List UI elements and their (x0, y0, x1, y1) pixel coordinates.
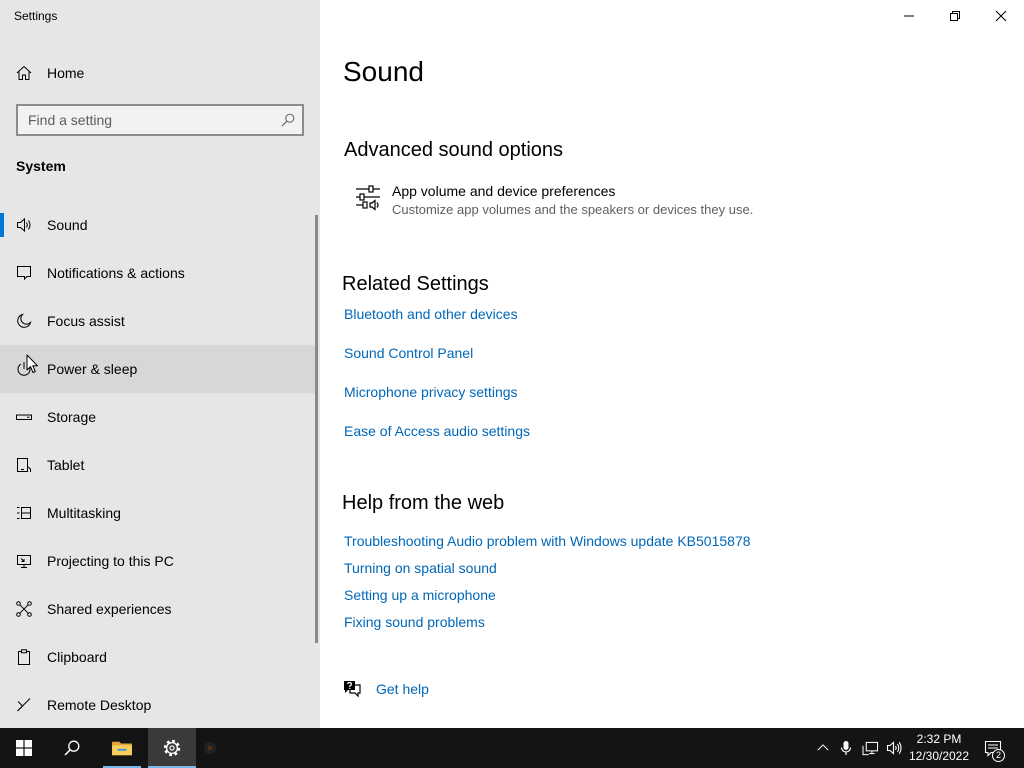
speaker-icon (16, 217, 32, 233)
help-link[interactable]: Fixing sound problems (344, 613, 485, 631)
sidebar-item-shared-experiences[interactable]: Shared experiences (0, 585, 316, 633)
clock-time: 2:32 PM (916, 732, 962, 746)
sliders-icon (355, 184, 381, 212)
taskbar-clock[interactable]: 2:32 PM 12/30/2022 (906, 728, 972, 768)
taskbar: 2:32 PM 12/30/2022 2 (0, 728, 1024, 768)
sidebar-item-tablet[interactable]: Tablet (0, 441, 316, 489)
sidebar-item-label: Remote Desktop (47, 697, 152, 713)
file-explorer-icon (111, 739, 133, 757)
close-icon (995, 10, 1007, 22)
sidebar-item-label: Storage (47, 409, 97, 425)
sidebar-item-clipboard[interactable]: Clipboard (0, 633, 316, 681)
sidebar-item-label: Multitasking (47, 505, 121, 521)
main-content: Sound Advanced sound options App volume … (320, 0, 1024, 728)
network-icon (861, 741, 879, 756)
search-box (16, 104, 304, 136)
multitasking-icon (16, 505, 32, 521)
bluetooth-devices-link[interactable]: Bluetooth and other devices (344, 305, 518, 323)
media-app-icon (203, 741, 217, 755)
get-help-link[interactable]: Get help (343, 680, 453, 698)
help-link[interactable]: Turning on spatial sound (344, 559, 497, 577)
sidebar-item-label: Shared experiences (47, 601, 172, 617)
chevron-up-icon (816, 741, 830, 755)
tablet-icon (16, 457, 32, 473)
restore-button[interactable] (932, 0, 978, 32)
sidebar-item-home[interactable]: Home (0, 49, 316, 97)
sidebar-item-label: Power & sleep (47, 361, 138, 377)
taskbar-media-app[interactable] (186, 728, 234, 768)
search-input[interactable] (18, 106, 268, 134)
windows-logo-icon (16, 740, 32, 756)
help-link[interactable]: Setting up a microphone (344, 586, 496, 604)
volume-tray-button[interactable] (882, 728, 906, 768)
sidebar-scrollbar[interactable] (315, 215, 318, 643)
sidebar-item-label: Home (47, 65, 85, 81)
app-volume-description: Customize app volumes and the speakers o… (392, 202, 754, 217)
power-icon (16, 361, 32, 377)
shared-experiences-icon (16, 601, 32, 617)
sidebar-item-label: Clipboard (47, 649, 107, 665)
sidebar-item-power-sleep[interactable]: Power & sleep (0, 345, 316, 393)
projecting-icon (16, 553, 32, 569)
sidebar-item-focus-assist[interactable]: Focus assist (0, 297, 316, 345)
taskbar-file-explorer[interactable] (98, 728, 146, 768)
sidebar-item-multitasking[interactable]: Multitasking (0, 489, 316, 537)
start-button[interactable] (0, 728, 48, 768)
sidebar-item-storage[interactable]: Storage (0, 393, 316, 441)
get-help-label: Get help (376, 681, 429, 697)
help-from-web-heading: Help from the web (342, 492, 505, 514)
clock-date: 12/30/2022 (908, 749, 970, 763)
app-volume-preferences-item[interactable]: App volume and device preferences Custom… (352, 180, 792, 220)
sidebar-item-notifications[interactable]: Notifications & actions (0, 249, 316, 297)
get-help-icon (343, 680, 361, 698)
sidebar-item-label: Notifications & actions (47, 265, 185, 281)
sidebar-item-label: Tablet (47, 457, 85, 473)
remote-desktop-icon (16, 697, 32, 713)
action-center-button[interactable]: 2 (976, 728, 1010, 768)
advanced-sound-heading: Advanced sound options (344, 139, 564, 161)
app-volume-title: App volume and device preferences (392, 183, 616, 199)
clipboard-icon (16, 649, 32, 665)
microphone-icon (838, 740, 854, 756)
notification-bubble-icon (16, 265, 32, 281)
home-icon (16, 65, 32, 81)
section-title: System (16, 158, 66, 174)
sidebar-item-sound[interactable]: Sound (0, 201, 316, 249)
notification-count-badge: 2 (992, 749, 1005, 762)
ease-of-access-audio-link[interactable]: Ease of Access audio settings (344, 422, 530, 440)
window-title: Settings (14, 9, 58, 23)
restore-icon (950, 11, 960, 21)
taskbar-search-button[interactable] (48, 728, 96, 768)
microphone-privacy-link[interactable]: Microphone privacy settings (344, 383, 518, 401)
help-link[interactable]: Troubleshooting Audio problem with Windo… (344, 532, 751, 550)
close-button[interactable] (978, 0, 1024, 32)
sidebar-nav: Sound Notifications & actions Focus assi… (0, 201, 316, 729)
search-icon[interactable] (281, 113, 295, 127)
sidebar-item-label: Projecting to this PC (47, 553, 174, 569)
microphone-tray-button[interactable] (834, 728, 858, 768)
sidebar-item-projecting[interactable]: Projecting to this PC (0, 537, 316, 585)
network-tray-button[interactable] (858, 728, 882, 768)
sidebar-item-label: Focus assist (47, 313, 125, 329)
volume-icon (886, 740, 902, 756)
related-settings-heading: Related Settings (342, 273, 489, 295)
settings-gear-icon (163, 739, 181, 757)
page-title: Sound (343, 56, 424, 87)
sidebar: Settings Home System Sound Notifications… (0, 0, 320, 728)
storage-drive-icon (16, 409, 32, 425)
minimize-button[interactable] (886, 0, 932, 32)
minimize-icon (904, 11, 914, 21)
show-hidden-icons-button[interactable] (811, 728, 835, 768)
moon-icon (16, 313, 32, 329)
sidebar-item-label: Sound (47, 217, 88, 233)
taskbar-search-icon (64, 740, 80, 756)
sound-control-panel-link[interactable]: Sound Control Panel (344, 344, 473, 362)
sidebar-item-remote-desktop[interactable]: Remote Desktop (0, 681, 316, 729)
